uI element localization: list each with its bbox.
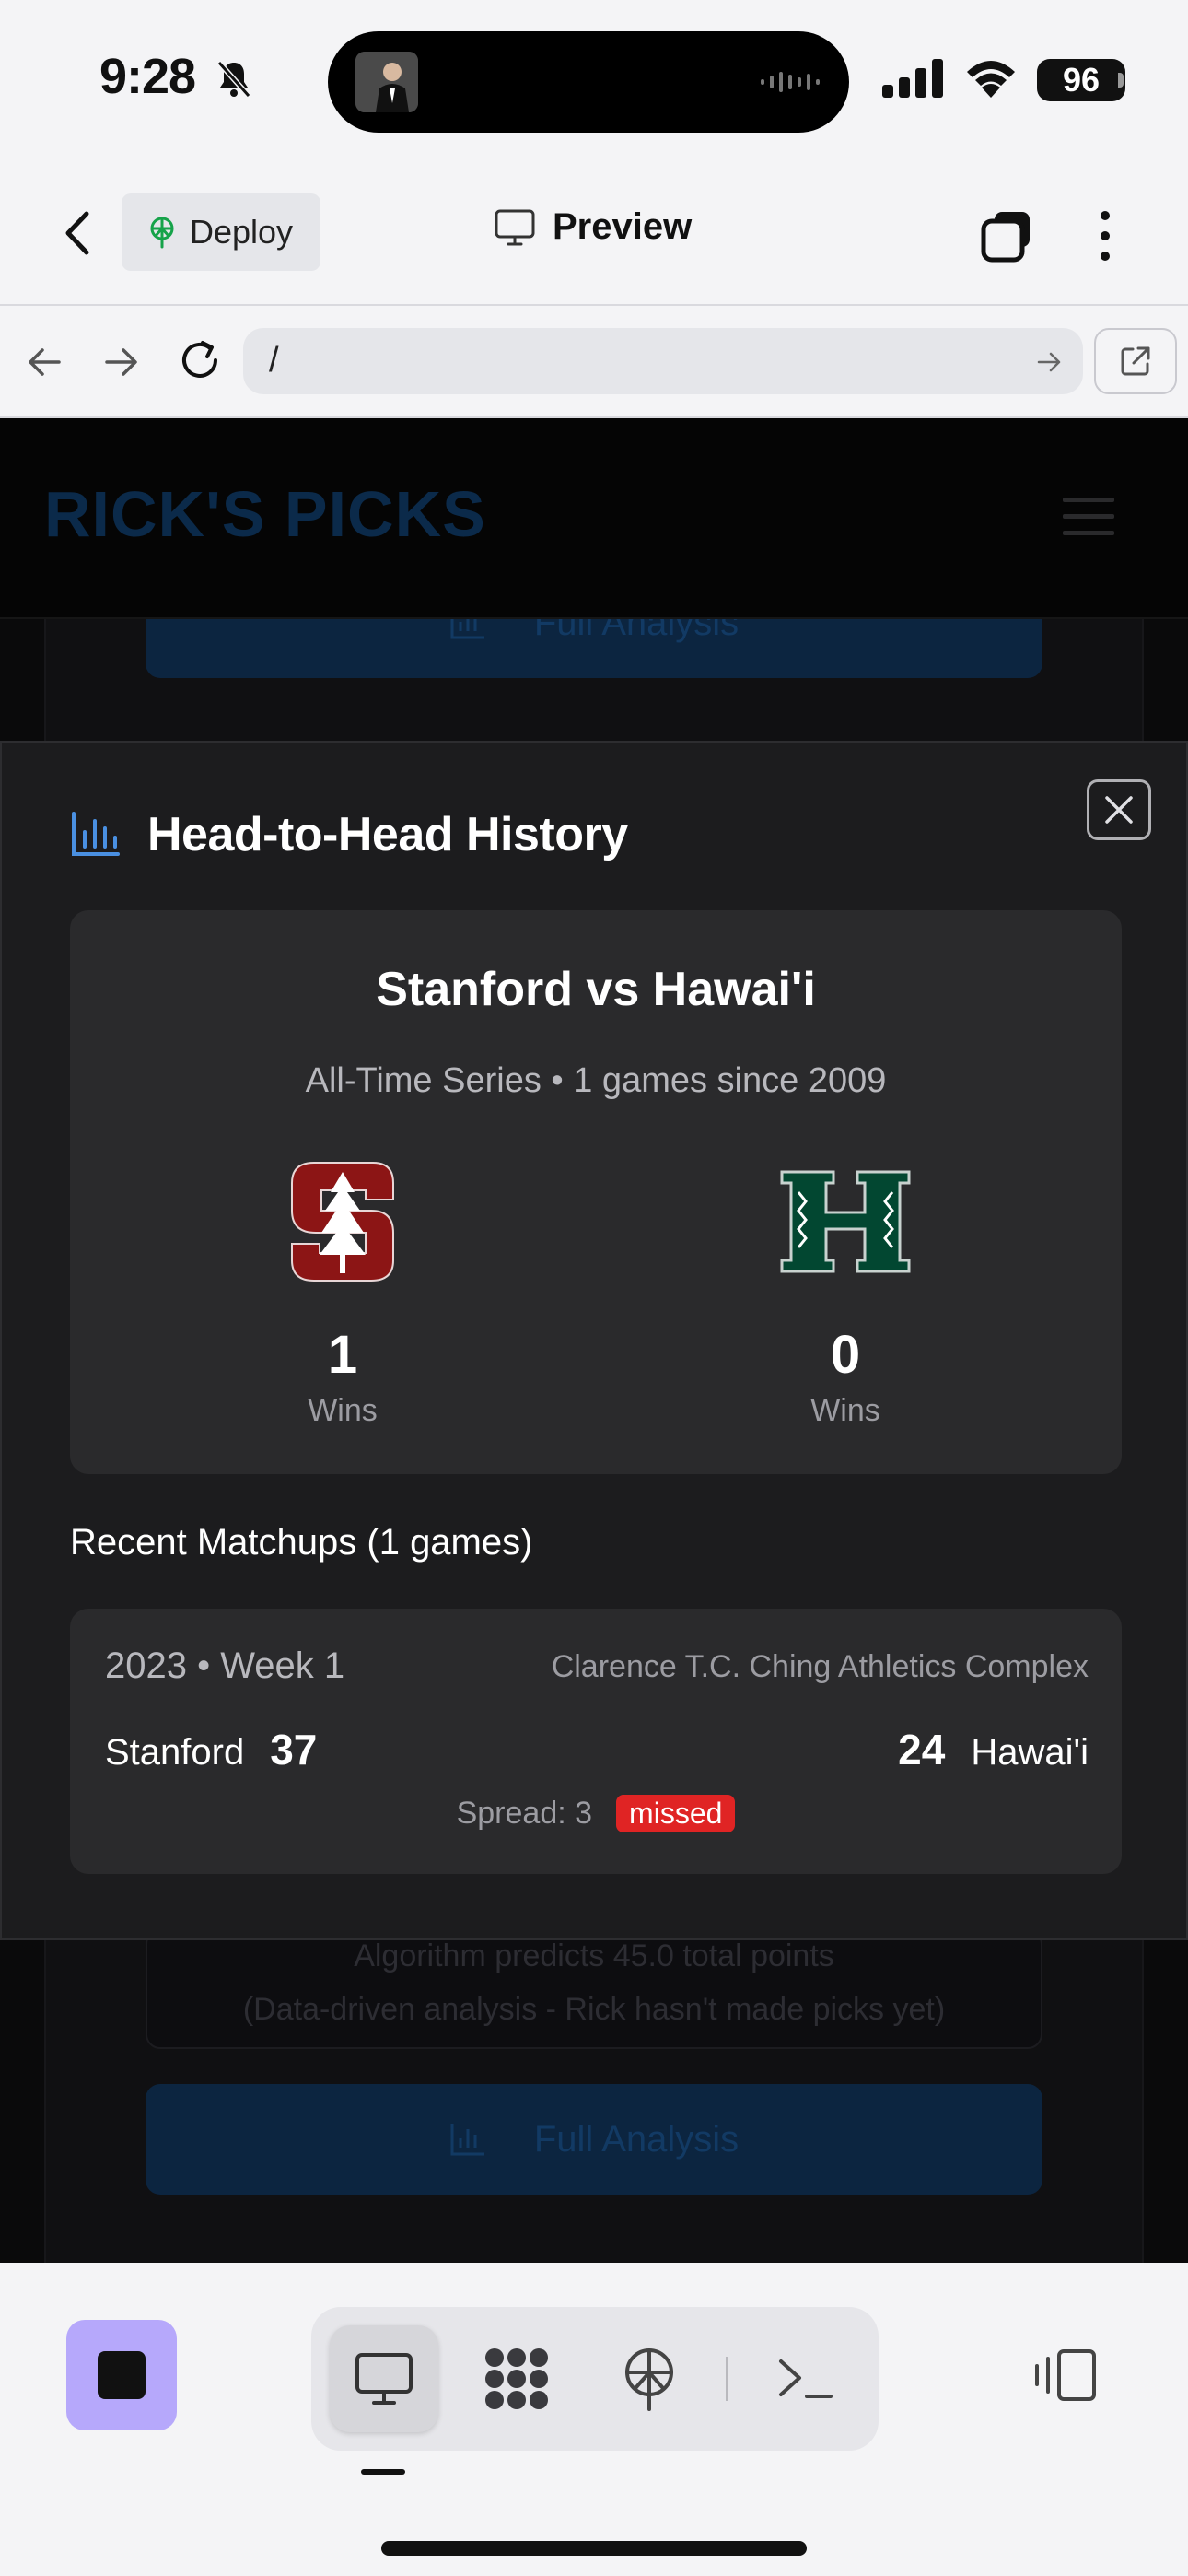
tool-divider (726, 2357, 728, 2401)
hamburger-menu-icon[interactable] (1063, 498, 1114, 538)
tool-apps[interactable] (462, 2325, 571, 2432)
tool-preview[interactable] (330, 2325, 438, 2432)
tabs-icon[interactable] (980, 208, 1035, 263)
site-header: RICK'S PICKS (0, 418, 1188, 619)
matchup-title: Stanford vs Hawai'i (376, 963, 816, 1016)
close-button[interactable] (1087, 779, 1151, 840)
team-score: 37 (270, 1726, 318, 1774)
game-date: 2023 • Week 1 (105, 1645, 345, 1686)
score-side-home: Stanford 37 (105, 1725, 317, 1774)
recent-matchups-heading: Recent Matchups (1 games) (70, 1522, 533, 1563)
spread-text: Spread: 3 (456, 1796, 593, 1831)
bottom-toolbar (0, 2263, 1188, 2576)
full-analysis-label: Full Analysis (533, 2118, 740, 2160)
team-name: Hawai'i (971, 1732, 1089, 1773)
tool-terminal[interactable] (751, 2325, 860, 2432)
open-external-button[interactable] (1094, 328, 1177, 394)
status-bar: 9:28 96 (0, 0, 1188, 157)
team-name: Stanford (105, 1732, 245, 1773)
series-subtitle: All-Time Series • 1 games since 2009 (305, 1061, 887, 1100)
audio-wave-icon (761, 72, 820, 92)
bar-chart-icon (450, 2124, 484, 2156)
deploy-button[interactable]: Deploy (122, 193, 320, 271)
series-summary-card: Stanford vs Hawai'i All-Time Series • 1 … (70, 910, 1122, 1474)
team-stanford: 1 Wins (204, 1155, 481, 1429)
team-wins: 1 (327, 1325, 358, 1385)
external-link-icon (1121, 346, 1150, 376)
team-wins-label: Wins (308, 1393, 378, 1428)
stanford-logo (291, 1162, 394, 1282)
prediction-note-line: Algorithm predicts 45.0 total points (354, 1938, 834, 1973)
monitor-icon (495, 209, 535, 245)
result-badge: missed (616, 1795, 736, 1832)
arrow-right-icon[interactable] (98, 339, 144, 385)
active-tool-indicator (361, 2469, 405, 2475)
chevron-left-icon[interactable] (57, 208, 98, 258)
app-header: Deploy Preview (0, 157, 1188, 306)
url-bar: / (0, 306, 1188, 418)
head-to-head-modal: Head-to-Head History Stanford vs Hawai'i… (0, 741, 1188, 1940)
stop-icon (98, 2351, 146, 2399)
team-wins: 0 (830, 1325, 861, 1385)
wifi-icon (967, 61, 1015, 98)
arrow-right-small-icon[interactable] (1035, 348, 1063, 376)
spread-row: Spread: 3 missed (70, 1795, 1122, 1832)
preview-title: Preview (494, 206, 692, 248)
team-hawaii: 0 Wins (707, 1155, 984, 1429)
signal-icon (882, 59, 943, 98)
hawaii-logo (780, 1170, 911, 1273)
preview-label: Preview (553, 206, 693, 247)
team-wins-label: Wins (810, 1393, 880, 1428)
battery-indicator: 96 (1037, 59, 1125, 101)
globe-tree-icon (150, 217, 174, 249)
terminal-icon (779, 2359, 833, 2398)
deploy-icon (625, 2348, 673, 2411)
monitor-icon (355, 2353, 413, 2405)
close-icon (1105, 796, 1133, 824)
stop-button[interactable] (66, 2320, 177, 2430)
tool-group (311, 2307, 879, 2451)
now-playing-thumbnail (355, 52, 418, 112)
dynamic-island[interactable] (328, 31, 849, 133)
modal-header: Head-to-Head History (70, 807, 628, 862)
team-score: 24 (898, 1726, 946, 1774)
home-indicator[interactable] (381, 2541, 807, 2556)
full-analysis-button[interactable]: Full Analysis (146, 2084, 1042, 2195)
deploy-label: Deploy (190, 213, 294, 251)
url-text: / (269, 341, 279, 380)
url-input[interactable]: / (243, 328, 1083, 394)
bell-slash-icon (216, 61, 251, 98)
site-logo[interactable]: RICK'S PICKS (44, 477, 486, 551)
score-row: Stanford 37 24 Hawai'i (105, 1725, 1089, 1774)
bar-chart-icon (72, 812, 120, 856)
reload-icon[interactable] (175, 335, 225, 385)
game-venue: Clarence T.C. Ching Athletics Complex (551, 1649, 1089, 1684)
prediction-note-line: (Data-driven analysis - Rick hasn't made… (242, 1992, 946, 2027)
prediction-note: Algorithm predicts 45.0 total points (Da… (146, 1929, 1042, 2049)
status-time: 9:28 (99, 49, 196, 104)
arrow-left-icon[interactable] (22, 339, 68, 385)
modal-title: Head-to-Head History (147, 808, 628, 861)
battery-tip (1118, 73, 1124, 88)
more-vertical-icon[interactable] (1087, 206, 1124, 265)
apps-icon (485, 2348, 548, 2409)
tool-deploy[interactable] (595, 2325, 704, 2432)
side-panel-icon[interactable] (1031, 2348, 1098, 2403)
score-side-away: 24 Hawai'i (898, 1725, 1089, 1774)
game-card: 2023 • Week 1 Clarence T.C. Ching Athlet… (70, 1609, 1122, 1874)
